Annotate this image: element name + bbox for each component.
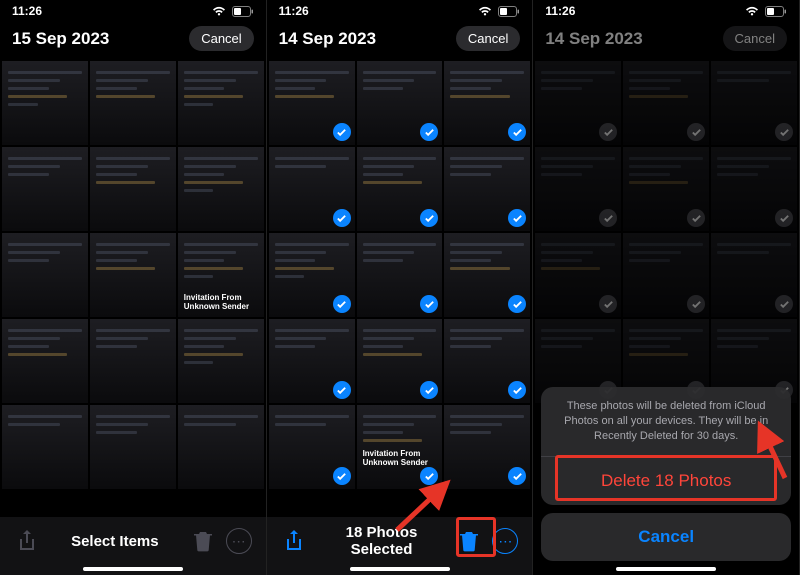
photo-thumb[interactable]: [178, 147, 264, 231]
checkmark-icon: [333, 467, 351, 485]
checkmark-icon: [333, 209, 351, 227]
header: 14 Sep 2023 Cancel: [267, 22, 533, 59]
photo-grid[interactable]: Invitation From Unknown Sender: [0, 59, 266, 517]
battery-icon: [498, 6, 520, 17]
battery-icon: [765, 6, 787, 17]
cancel-button[interactable]: Cancel: [456, 26, 520, 51]
wifi-icon: [745, 6, 759, 17]
status-time: 11:26: [279, 4, 309, 18]
photo-thumb[interactable]: [178, 319, 264, 403]
invitation-label: Invitation From Unknown Sender: [184, 293, 258, 311]
delete-photos-button[interactable]: Delete 18 Photos: [541, 456, 791, 505]
photo-thumb[interactable]: [357, 61, 443, 145]
status-bar: 11:26: [533, 0, 799, 22]
more-button: ⋯: [226, 528, 252, 554]
photo-thumb[interactable]: [2, 405, 88, 489]
screenshot-panel-2: 11:26 14 Sep 2023 Cancel Invitation From…: [267, 0, 534, 575]
date-title: 15 Sep 2023: [12, 29, 109, 49]
header: 15 Sep 2023 Cancel: [0, 22, 266, 59]
photo-thumb[interactable]: [90, 61, 176, 145]
photo-thumb[interactable]: [269, 61, 355, 145]
checkmark-icon: [333, 381, 351, 399]
photo-thumb[interactable]: Invitation From Unknown Sender: [178, 233, 264, 317]
photo-thumb[interactable]: [444, 405, 530, 489]
photo-thumb[interactable]: [2, 233, 88, 317]
action-sheet-block: These photos will be deleted from iCloud…: [541, 387, 791, 505]
share-button[interactable]: [281, 528, 307, 554]
photo-thumb[interactable]: [357, 233, 443, 317]
status-time: 11:26: [12, 4, 42, 18]
toolbar-label: 18 Photos Selected: [317, 524, 447, 558]
action-sheet-cancel-button[interactable]: Cancel: [541, 513, 791, 561]
header: 14 Sep 2023 Cancel: [533, 22, 799, 59]
trash-button: [190, 528, 216, 554]
photo-thumb[interactable]: [2, 319, 88, 403]
share-button: [14, 528, 40, 554]
more-button[interactable]: ⋯: [492, 528, 518, 554]
photo-thumb[interactable]: Invitation From Unknown Sender: [357, 405, 443, 489]
delete-action-sheet: These photos will be deleted from iCloud…: [541, 387, 791, 561]
status-bar: 11:26: [267, 0, 533, 22]
photo-thumb[interactable]: [269, 147, 355, 231]
photo-grid[interactable]: Invitation From Unknown Sender: [267, 59, 533, 517]
date-title: 14 Sep 2023: [279, 29, 376, 49]
photo-thumb[interactable]: [90, 319, 176, 403]
invitation-label: Invitation From Unknown Sender: [363, 449, 437, 467]
cancel-button[interactable]: Cancel: [189, 26, 253, 51]
photo-thumb[interactable]: [178, 61, 264, 145]
action-sheet-message: These photos will be deleted from iCloud…: [541, 387, 791, 456]
status-bar: 11:26: [0, 0, 266, 22]
photo-thumb[interactable]: [178, 405, 264, 489]
photo-thumb[interactable]: [357, 147, 443, 231]
photo-thumb[interactable]: [269, 233, 355, 317]
photo-thumb[interactable]: [444, 233, 530, 317]
photo-thumb[interactable]: [90, 405, 176, 489]
photo-thumb[interactable]: [90, 147, 176, 231]
checkmark-icon: [333, 123, 351, 141]
home-indicator[interactable]: [350, 567, 450, 571]
home-indicator[interactable]: [83, 567, 183, 571]
photo-thumb[interactable]: [357, 319, 443, 403]
photo-thumb[interactable]: [444, 147, 530, 231]
photo-thumb[interactable]: [269, 405, 355, 489]
toolbar-label: Select Items: [50, 533, 180, 550]
status-time: 11:26: [545, 4, 575, 18]
screenshot-panel-1: 11:26 15 Sep 2023 Cancel Invitation From…: [0, 0, 267, 575]
trash-button[interactable]: [456, 528, 482, 554]
wifi-icon: [478, 6, 492, 17]
photo-thumb[interactable]: [444, 319, 530, 403]
photo-thumb[interactable]: [90, 233, 176, 317]
screenshot-panel-3: 11:26 14 Sep 2023 Cancel These photos wi…: [533, 0, 800, 575]
cancel-button: Cancel: [723, 26, 787, 51]
date-title: 14 Sep 2023: [545, 29, 642, 49]
photo-thumb[interactable]: [2, 147, 88, 231]
photo-thumb[interactable]: [2, 61, 88, 145]
wifi-icon: [212, 6, 226, 17]
home-indicator[interactable]: [616, 567, 716, 571]
battery-icon: [232, 6, 254, 17]
photo-thumb[interactable]: [269, 319, 355, 403]
photo-thumb[interactable]: [444, 61, 530, 145]
checkmark-icon: [333, 295, 351, 313]
